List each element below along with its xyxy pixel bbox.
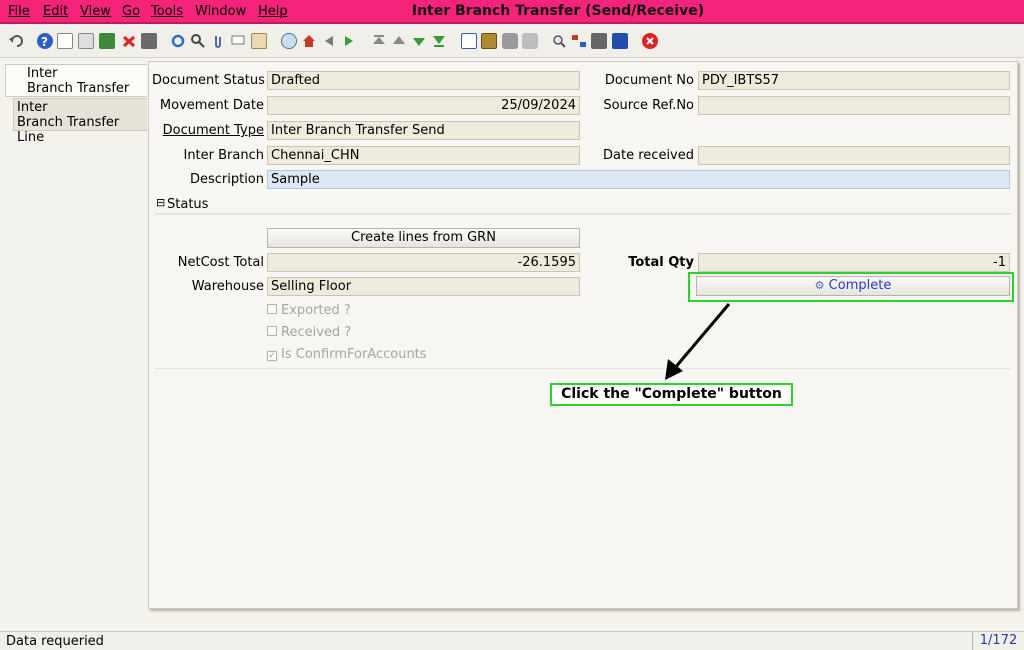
record-counter[interactable]: 1/172 — [972, 632, 1024, 650]
status-bar: Data requeried 1/172 — [0, 631, 1024, 650]
status-message: Data requeried — [6, 634, 104, 649]
annotation-callout: Click the "Complete" button — [550, 383, 793, 406]
annotation-arrow — [665, 303, 731, 380]
